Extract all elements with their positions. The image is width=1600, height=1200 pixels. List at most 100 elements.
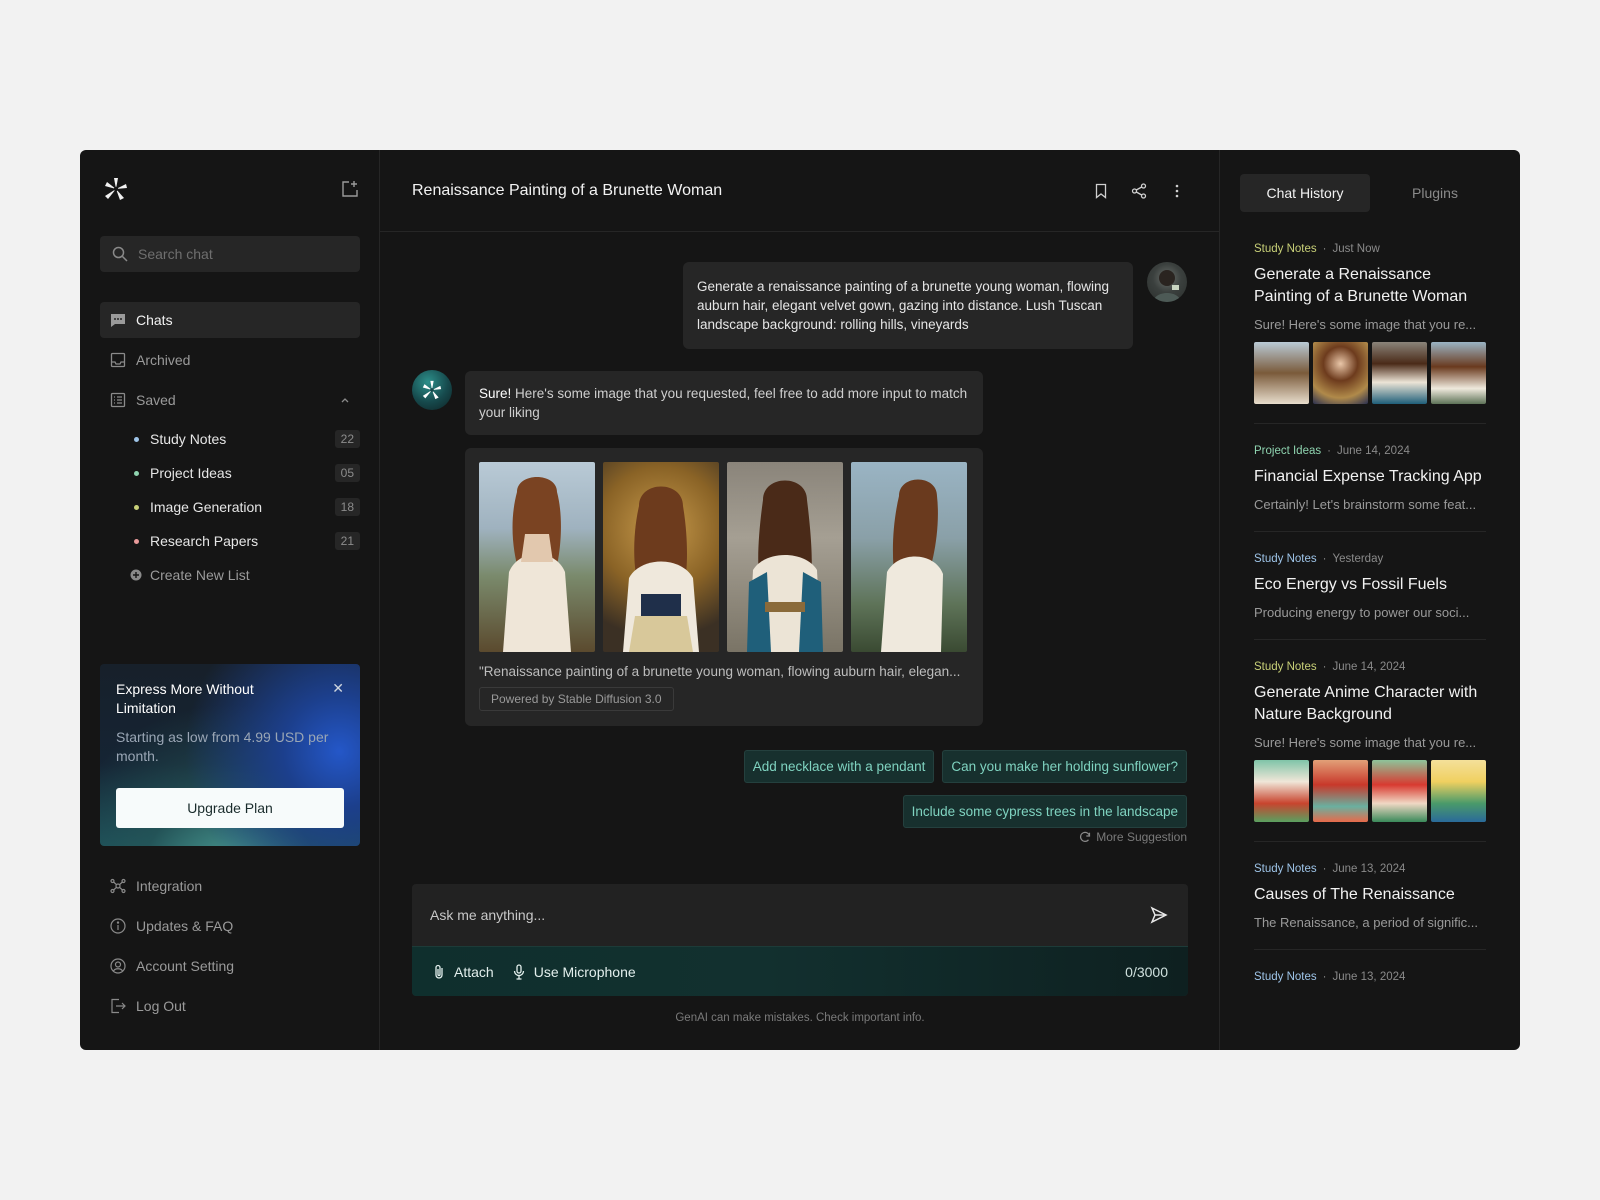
- nav-item-log-out[interactable]: Log Out: [100, 988, 360, 1024]
- history-preview: Certainly! Let's brainstorm some feat...: [1254, 497, 1477, 512]
- tab-plugins[interactable]: Plugins: [1370, 174, 1500, 212]
- history-title: Causes of The Renaissance: [1254, 886, 1455, 903]
- saved-list-label: Image Generation: [150, 499, 263, 515]
- suggestion-chips: Add necklace with a pendant Can you make…: [687, 750, 1187, 828]
- chat-header: Renaissance Painting of a Brunette Woman: [380, 150, 1219, 232]
- create-list-label: Create New List: [150, 567, 250, 583]
- history-thumbnail[interactable]: [1431, 342, 1486, 404]
- separator: ·: [1322, 661, 1327, 673]
- generated-image[interactable]: [479, 462, 595, 652]
- history-thumbnail[interactable]: [1431, 760, 1486, 822]
- history-item[interactable]: Study Notes · June 14, 2024 Generate Anime…: [1254, 654, 1486, 842]
- chevron-up-icon[interactable]: [340, 395, 350, 405]
- nav-item-updates-faq[interactable]: Updates & FAQ: [100, 908, 360, 944]
- history-thumbnail[interactable]: [1372, 342, 1427, 404]
- history-category: Study Notes: [1254, 971, 1317, 983]
- search-box[interactable]: [100, 236, 360, 272]
- nav-item-chats[interactable]: Chats: [100, 302, 360, 338]
- nav-item-account-setting[interactable]: Account Setting: [100, 948, 360, 984]
- close-icon[interactable]: ✕: [332, 680, 344, 697]
- search-input[interactable]: [138, 246, 338, 262]
- saved-list-study-notes[interactable]: Study Notes 22: [134, 422, 360, 456]
- history-item[interactable]: Study Notes · June 13, 2024 Causes of The …: [1254, 856, 1486, 950]
- chat-history-list: Study Notes · Just Now Generate a Renaissa…: [1254, 236, 1486, 1016]
- assistant-avatar: [412, 370, 452, 410]
- logout-icon: [111, 998, 126, 1014]
- more-suggestion-button[interactable]: More Suggestion: [1079, 830, 1187, 844]
- saved-list-count: 18: [334, 498, 360, 516]
- generated-image[interactable]: [727, 462, 843, 652]
- separator: ·: [1322, 553, 1327, 565]
- history-thumbnail[interactable]: [1254, 760, 1309, 822]
- nav-label: Archived: [136, 352, 191, 368]
- history-time: June 14, 2024: [1332, 661, 1406, 673]
- history-meta: Study Notes · Yesterday: [1254, 553, 1486, 565]
- history-meta: Study Notes · June 14, 2024: [1254, 661, 1486, 673]
- bookmark-icon[interactable]: [1093, 183, 1109, 199]
- history-thumbnail[interactable]: [1313, 760, 1368, 822]
- history-item[interactable]: Study Notes · Yesterday Eco Energy vs Foss…: [1254, 546, 1486, 640]
- assistant-message-lead: Sure!: [479, 386, 512, 401]
- nav-item-archived[interactable]: Archived: [100, 342, 360, 378]
- history-item[interactable]: Study Notes · June 13, 2024: [1254, 964, 1486, 1002]
- tab-chat-history[interactable]: Chat History: [1240, 174, 1370, 212]
- saved-list-image-generation[interactable]: Image Generation 18: [134, 490, 360, 524]
- history-meta: Study Notes · Just Now: [1254, 243, 1486, 255]
- saved-list-count: 21: [334, 532, 360, 550]
- saved-list-count: 05: [334, 464, 360, 482]
- generated-image[interactable]: [851, 462, 967, 652]
- create-new-list-button[interactable]: Create New List: [130, 558, 360, 592]
- archive-icon: [110, 352, 126, 368]
- history-category: Study Notes: [1254, 863, 1317, 875]
- history-thumbnail[interactable]: [1372, 760, 1427, 822]
- new-chat-icon[interactable]: [341, 180, 359, 198]
- header-actions: [1093, 182, 1185, 199]
- chat-main: Renaissance Painting of a Brunette Woman…: [380, 150, 1220, 1050]
- message-composer: Attach Use Microphone 0/3000: [412, 884, 1188, 996]
- upgrade-plan-button[interactable]: Upgrade Plan: [116, 788, 344, 828]
- attach-label: Attach: [454, 963, 494, 980]
- attach-button[interactable]: Attach: [432, 964, 494, 980]
- nav-item-saved[interactable]: Saved: [100, 382, 360, 418]
- more-suggestion-label: More Suggestion: [1096, 830, 1187, 844]
- saved-list-project-ideas[interactable]: Project Ideas 05: [134, 456, 360, 490]
- history-thumbnail[interactable]: [1313, 342, 1368, 404]
- history-thumbnail[interactable]: [1254, 342, 1309, 404]
- history-item[interactable]: Project Ideas · June 14, 2024 Financial Ex…: [1254, 438, 1486, 532]
- separator: ·: [1322, 243, 1327, 255]
- user-avatar-image: [1153, 270, 1181, 302]
- history-thumbnails: [1254, 342, 1486, 404]
- message-input[interactable]: [430, 902, 1110, 928]
- logo-icon[interactable]: [104, 177, 128, 201]
- generated-image[interactable]: [603, 462, 719, 652]
- history-meta: Study Notes · June 13, 2024: [1254, 863, 1486, 875]
- integration-icon: [110, 878, 126, 894]
- history-meta: Study Notes · June 13, 2024: [1254, 971, 1486, 983]
- send-icon[interactable]: [1150, 906, 1168, 924]
- avatar[interactable]: [1147, 262, 1187, 302]
- info-icon: [110, 918, 126, 934]
- microphone-label: Use Microphone: [533, 963, 636, 980]
- search-icon: [112, 246, 128, 262]
- history-time: June 14, 2024: [1336, 445, 1410, 457]
- suggestion-chip[interactable]: Add necklace with a pendant: [743, 750, 935, 783]
- suggestion-chip[interactable]: Include some cypress trees in the landsc…: [902, 795, 1187, 828]
- panel-tabs: Chat History Plugins: [1240, 174, 1500, 212]
- history-title: Generate a Renaissance Painting of a Bru…: [1254, 266, 1468, 305]
- user-message: Generate a renaissance painting of a bru…: [683, 262, 1133, 349]
- history-item[interactable]: Study Notes · Just Now Generate a Renaissa…: [1254, 236, 1486, 424]
- use-microphone-button[interactable]: Use Microphone: [512, 964, 636, 980]
- history-preview: The Renaissance, a period of signific...: [1254, 915, 1479, 930]
- history-preview: Sure! Here's some image that you re...: [1254, 735, 1477, 750]
- share-icon[interactable]: [1131, 182, 1147, 199]
- nav-item-integration[interactable]: Integration: [100, 868, 360, 904]
- saved-list-research-papers[interactable]: Research Papers 21: [134, 524, 360, 558]
- history-title: Eco Energy vs Fossil Fuels: [1254, 576, 1447, 593]
- refresh-icon: [1080, 831, 1091, 842]
- history-time: Yesterday: [1332, 553, 1384, 565]
- microphone-icon: [513, 963, 524, 980]
- promo-title: Express More Without Limitation: [116, 681, 254, 716]
- suggestion-chip[interactable]: Can you make her holding sunflower?: [942, 750, 1187, 783]
- more-vertical-icon[interactable]: [1169, 183, 1185, 199]
- history-preview: Sure! Here's some image that you re...: [1254, 317, 1477, 332]
